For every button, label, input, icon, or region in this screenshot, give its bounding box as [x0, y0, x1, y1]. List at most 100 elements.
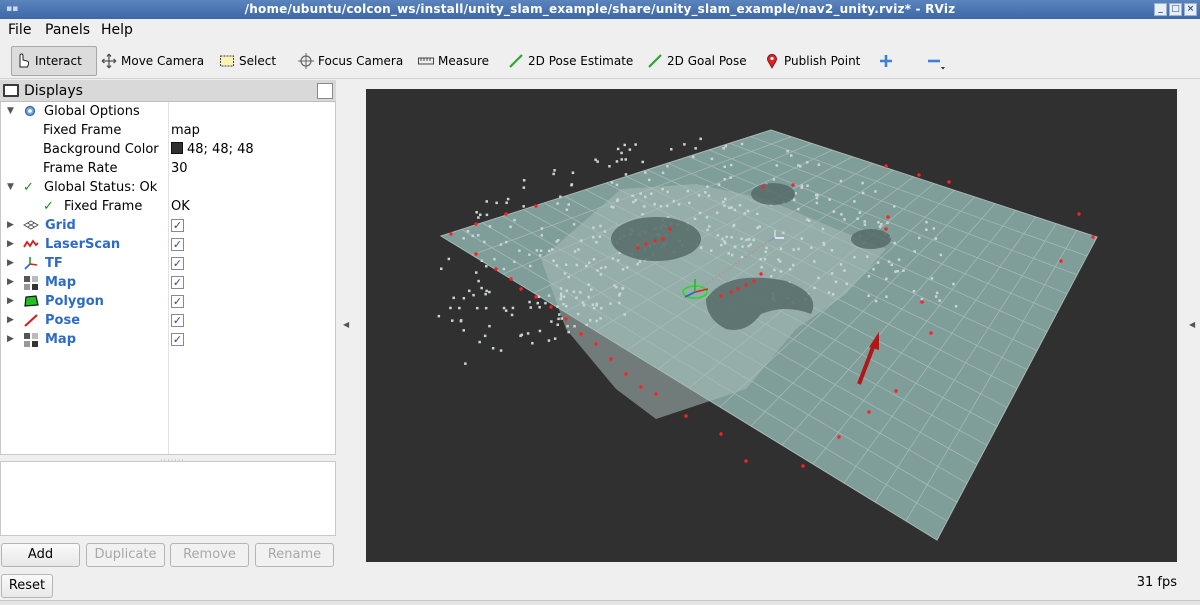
tree-row-global-options[interactable]: ▼ Global Options	[1, 103, 335, 121]
tree-row-grid[interactable]: ▶ Grid ✓	[1, 217, 335, 235]
scan-point	[793, 198, 796, 201]
scan-point	[579, 291, 582, 294]
scan-point	[902, 269, 905, 272]
expand-right-icon[interactable]: ▶	[7, 239, 14, 249]
scan-point	[484, 306, 488, 310]
menu-help[interactable]: Help	[101, 22, 133, 38]
menu-panels[interactable]: Panels	[45, 22, 90, 38]
goal-pose-tool[interactable]: 2D Goal Pose	[647, 46, 747, 76]
laser-point	[449, 232, 453, 236]
laser-point	[594, 342, 598, 346]
interact-tool[interactable]: Interact	[11, 46, 97, 76]
rename-button[interactable]: Rename	[255, 543, 334, 567]
expand-right-icon[interactable]: ▶	[7, 315, 14, 325]
scan-point	[558, 313, 561, 316]
move-camera-tool[interactable]: Move Camera	[101, 46, 204, 76]
scan-point	[724, 144, 728, 148]
laser-point	[920, 300, 924, 304]
pose-checkbox[interactable]: ✓	[171, 314, 184, 327]
scan-point	[504, 309, 508, 312]
tree-row-laserscan[interactable]: ▶ LaserScan ✓	[1, 236, 335, 254]
pose-estimate-tool[interactable]: 2D Pose Estimate	[508, 46, 633, 76]
focus-camera-label: Focus Camera	[318, 54, 404, 68]
tree-row-frame-rate[interactable]: Frame Rate 30	[1, 160, 335, 178]
publish-point-tool[interactable]: Publish Point	[764, 46, 860, 76]
scan-point	[885, 295, 888, 298]
laser-point	[1059, 259, 1063, 263]
scan-point	[722, 147, 725, 150]
add-tool-button[interactable]	[878, 46, 898, 76]
add-button[interactable]: Add	[1, 543, 80, 567]
expand-right-icon[interactable]: ▶	[7, 220, 14, 230]
tree-row-pose[interactable]: ▶ Pose ✓	[1, 312, 335, 330]
tree-row-map-2[interactable]: ▶ Map ✓	[1, 331, 335, 349]
grid-checkbox[interactable]: ✓	[171, 219, 184, 232]
scene-render[interactable]	[366, 89, 1177, 562]
maximize-icon[interactable]: □	[1169, 3, 1182, 16]
tf-checkbox[interactable]: ✓	[171, 257, 184, 270]
expand-right-icon[interactable]: ▶	[7, 334, 14, 344]
scan-point	[935, 291, 939, 295]
scan-point	[808, 219, 811, 222]
remove-tool-button[interactable]	[926, 46, 946, 76]
close-icon[interactable]: ×	[1184, 3, 1197, 16]
expand-down-icon[interactable]: ▼	[7, 182, 14, 192]
laserscan-checkbox[interactable]: ✓	[171, 238, 184, 251]
expand-right-icon[interactable]: ▶	[7, 277, 14, 287]
scan-point	[872, 267, 875, 271]
tree-row-fixed-frame[interactable]: Fixed Frame map	[1, 122, 335, 140]
collapse-right-icon[interactable]: ◀	[1189, 320, 1195, 329]
remove-button[interactable]: Remove	[170, 543, 249, 567]
tree-row-background-color[interactable]: Background Color 48; 48; 48	[1, 141, 335, 159]
background-color-value[interactable]: 48; 48; 48	[171, 142, 254, 157]
scan-point	[706, 228, 709, 232]
scan-point	[724, 197, 727, 201]
scan-point	[677, 203, 681, 206]
scan-point	[779, 247, 783, 250]
displays-tree: ▼ Global Options Fixed Frame map Backgro…	[0, 102, 336, 455]
scan-point	[550, 320, 553, 323]
tree-row-global-status[interactable]: ▼ ✓ Global Status: Ok	[1, 179, 335, 197]
scan-point	[471, 234, 475, 238]
collapse-left-icon[interactable]: ◀	[343, 320, 349, 329]
laser-point	[752, 279, 756, 283]
tree-row-status-fixed-frame[interactable]: ✓ Fixed Frame OK	[1, 198, 335, 216]
duplicate-button[interactable]: Duplicate	[86, 543, 165, 567]
select-tool[interactable]: Select	[219, 46, 276, 76]
tree-row-polygon[interactable]: ▶ Polygon ✓	[1, 293, 335, 311]
tree-row-tf[interactable]: ▶ TF ✓	[1, 255, 335, 273]
scan-point	[634, 143, 637, 146]
polygon-checkbox[interactable]: ✓	[171, 295, 184, 308]
scan-point	[666, 164, 669, 168]
expand-down-icon[interactable]: ▼	[7, 106, 14, 116]
map-2-checkbox[interactable]: ✓	[171, 333, 184, 346]
scan-point	[697, 194, 701, 197]
scan-point	[544, 301, 547, 305]
render-viewport[interactable]	[366, 89, 1177, 562]
scan-point	[623, 313, 626, 316]
scan-point	[577, 248, 580, 251]
expand-right-icon[interactable]: ▶	[7, 296, 14, 306]
scan-point	[644, 171, 647, 174]
laser-point	[1077, 212, 1081, 216]
focus-camera-tool[interactable]: Focus Camera	[298, 46, 403, 76]
panel-float-checkbox[interactable]	[317, 83, 333, 99]
scan-point	[559, 287, 563, 290]
laser-point	[729, 290, 733, 294]
scan-point	[466, 230, 470, 233]
map-checkbox[interactable]: ✓	[171, 276, 184, 289]
scan-point	[704, 191, 707, 194]
frame-rate-value[interactable]: 30	[171, 161, 188, 176]
tf-icon	[23, 256, 39, 272]
scan-point	[587, 283, 590, 286]
expand-right-icon[interactable]: ▶	[7, 258, 14, 268]
reset-button[interactable]: Reset	[1, 574, 53, 598]
measure-tool[interactable]: Measure	[418, 46, 489, 76]
laser-point	[837, 435, 841, 439]
menu-file[interactable]: File	[8, 22, 31, 38]
scan-point	[740, 142, 744, 146]
color-swatch[interactable]	[171, 142, 183, 154]
minimize-icon[interactable]: _	[1154, 3, 1167, 16]
fixed-frame-value[interactable]: map	[171, 123, 200, 138]
tree-row-map[interactable]: ▶ Map ✓	[1, 274, 335, 292]
